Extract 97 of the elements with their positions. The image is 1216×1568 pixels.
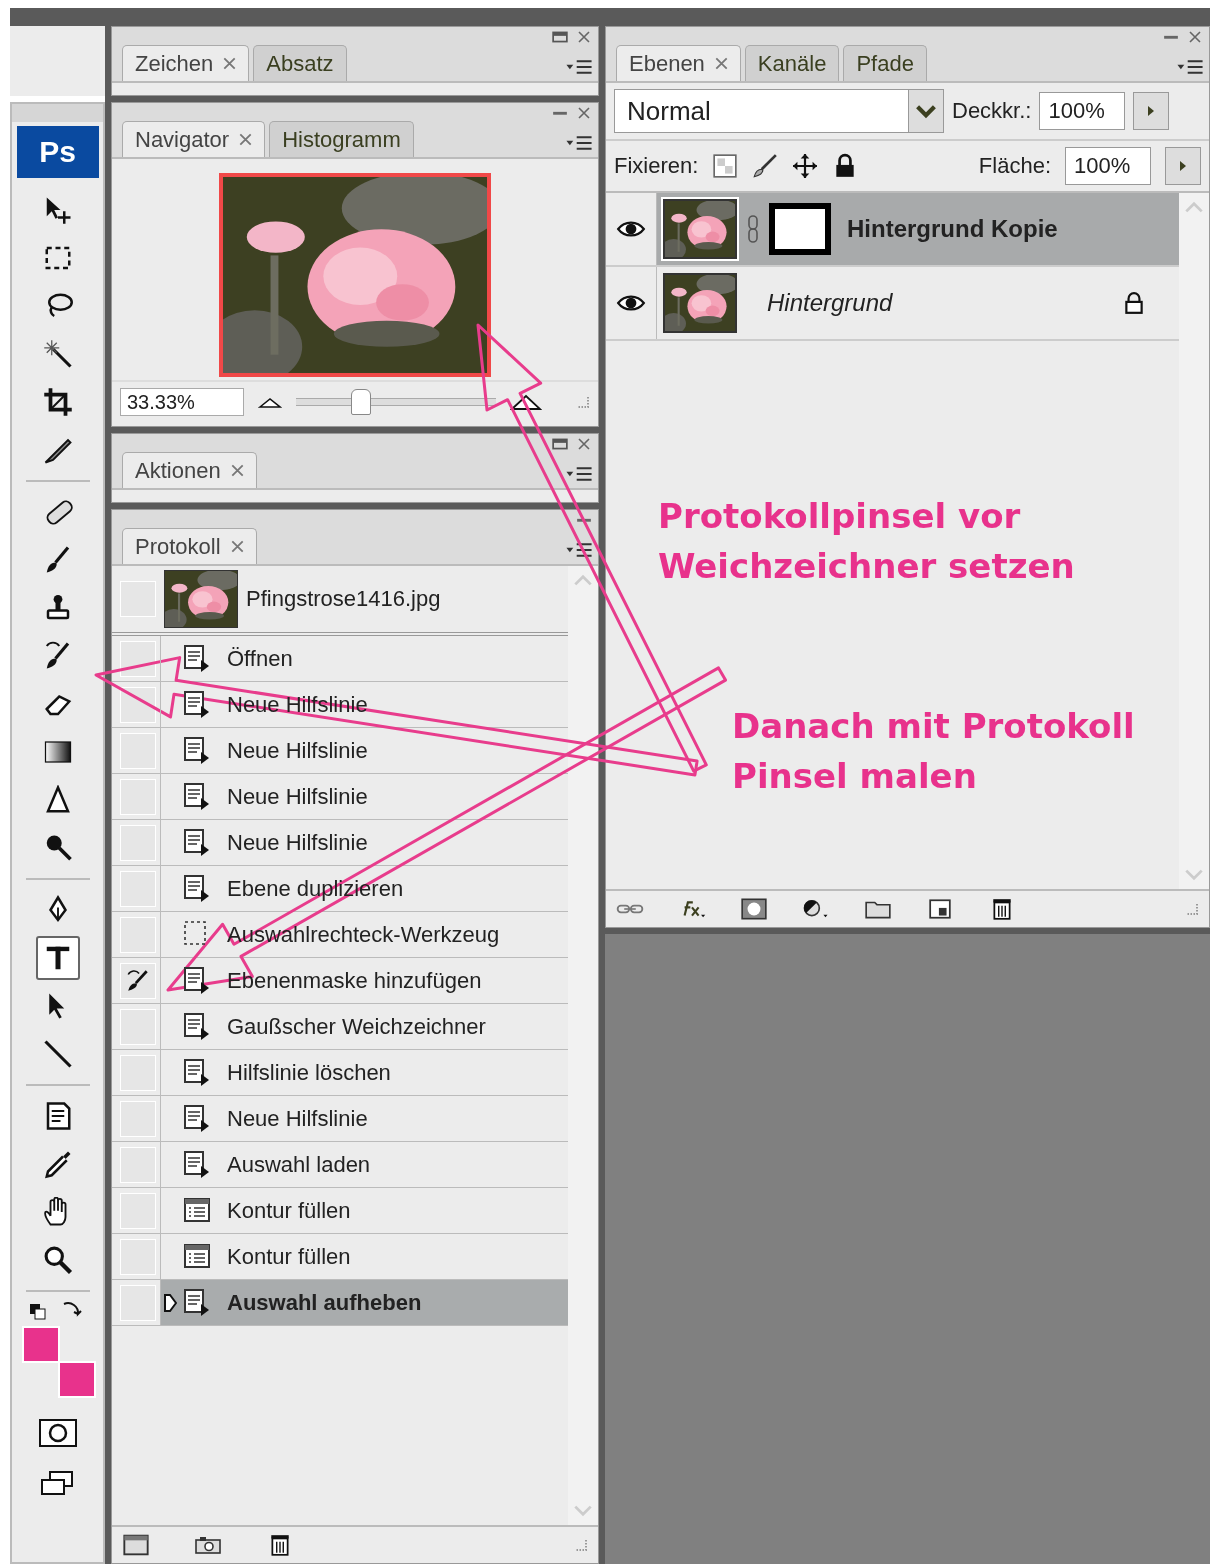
dropdown-caret-icon: [908, 90, 943, 132]
caret-icon: [1178, 159, 1188, 173]
document-arrow-icon: [183, 965, 211, 996]
history-item[interactable]: Auswahl aufheben: [160, 1280, 568, 1325]
expand-icon[interactable]: [552, 30, 568, 44]
eye-icon: [616, 219, 646, 239]
lock-label: Fixieren:: [614, 153, 699, 179]
history-item[interactable]: Neue Hilfslinie: [160, 1096, 568, 1141]
snapshot-item[interactable]: Pfingstrose1416.jpg: [164, 570, 441, 628]
document-arrow-icon: [183, 781, 211, 812]
document-arrow-icon: [183, 689, 211, 720]
panel-tab[interactable]: Ebenen: [616, 45, 741, 81]
eye-icon: [616, 293, 646, 313]
panel-tab[interactable]: Histogramm: [269, 121, 414, 157]
new-layer-icon[interactable]: [926, 897, 954, 921]
document-arrow-icon: [183, 1011, 211, 1042]
layer-item[interactable]: Hintergrund Kopie: [657, 193, 1179, 265]
fill-slider-button[interactable]: [1165, 147, 1201, 185]
panel-menu-icon[interactable]: [566, 542, 592, 558]
close-icon[interactable]: [1187, 30, 1203, 44]
layer-mask-thumbnail[interactable]: [769, 203, 831, 255]
document-arrow-icon: [183, 643, 211, 674]
document-arrow-icon: [183, 1103, 211, 1134]
close-icon[interactable]: [230, 540, 244, 553]
panel-tab[interactable]: Navigator: [122, 121, 266, 157]
fill-label: Fläche:: [978, 153, 1051, 179]
toolbox-grip[interactable]: [12, 104, 103, 122]
history-item[interactable]: Neue Hilfslinie: [160, 774, 568, 819]
document-arrow-icon: [183, 1149, 211, 1180]
close-icon[interactable]: [576, 437, 592, 451]
close-icon[interactable]: [576, 106, 592, 120]
history-item[interactable]: Neue Hilfslinie: [160, 728, 568, 773]
layer-item[interactable]: Hintergrund: [657, 267, 1179, 339]
close-icon[interactable]: [230, 464, 244, 477]
history-item[interactable]: Neue Hilfslinie: [160, 820, 568, 865]
close-icon[interactable]: [223, 57, 237, 70]
panel-menu-icon[interactable]: [1177, 59, 1203, 75]
move-cross-icon[interactable]: [792, 153, 819, 179]
panel-tab[interactable]: Zeichen: [122, 45, 250, 81]
resize-grip-icon[interactable]: [574, 1538, 588, 1552]
large-mountain-icon[interactable]: [510, 393, 542, 411]
close-icon[interactable]: [239, 133, 253, 146]
opacity-field[interactable]: 100%: [1039, 92, 1126, 130]
quick-mask-icon[interactable]: [37, 1418, 78, 1448]
crop-icon: [42, 387, 73, 417]
small-mountain-icon[interactable]: [258, 395, 282, 409]
magic-wand-icon: [42, 339, 73, 369]
zoom-field[interactable]: 33.33%: [120, 388, 244, 416]
panel-tab[interactable]: Pfade: [843, 45, 927, 81]
chain-link-icon[interactable]: [747, 214, 759, 244]
layer-name: Hintergrund Kopie: [847, 215, 1058, 243]
document-arrow-icon: [183, 1057, 211, 1088]
background-color-swatch[interactable]: [57, 1361, 96, 1398]
panel-tab[interactable]: Aktionen: [122, 452, 257, 488]
annotation-text: Danach mit Protokoll Pinsel malen: [732, 705, 1136, 798]
close-icon[interactable]: [576, 30, 592, 44]
opacity-label: Deckkr.:: [952, 98, 1032, 124]
foreground-color-swatch[interactable]: [21, 1326, 60, 1363]
eyedropper-icon: [42, 1149, 73, 1179]
brush-icon[interactable]: [752, 153, 779, 179]
history-state-marker-icon[interactable]: [163, 1292, 177, 1313]
blend-mode-dropdown[interactable]: Normal: [614, 89, 944, 133]
document-arrow-icon: [183, 873, 211, 904]
history-item[interactable]: Ebenenmaske hinzufügen: [160, 958, 568, 1003]
close-icon[interactable]: [714, 57, 728, 70]
document-arrow-icon: [183, 1287, 211, 1318]
annotation-text: Protokollpinsel vor Weichzeichner setzen: [658, 495, 1076, 588]
padlock-icon: [1123, 291, 1145, 315]
fill-field[interactable]: 100%: [1065, 147, 1151, 185]
document-arrow-icon: [183, 827, 211, 858]
line-icon: [42, 1039, 73, 1069]
resize-grip-icon[interactable]: [1185, 902, 1199, 916]
zoom-icon: [42, 1245, 73, 1275]
panel-menu-icon[interactable]: [566, 59, 592, 75]
panel-tab[interactable]: Protokoll: [122, 528, 257, 564]
new-document-icon[interactable]: [122, 1533, 150, 1557]
history-item[interactable]: Auswahl laden: [160, 1142, 568, 1187]
expand-icon[interactable]: [552, 437, 568, 451]
opacity-slider-button[interactable]: [1133, 92, 1170, 130]
history-item[interactable]: Gaußscher Weichzeichner: [160, 1004, 568, 1049]
checkerboard-icon[interactable]: [712, 153, 739, 179]
history-item[interactable]: Kontur füllen: [160, 1234, 568, 1279]
panel-tab[interactable]: Kanäle: [744, 45, 840, 81]
history-item[interactable]: Kontur füllen: [160, 1188, 568, 1233]
tool-button[interactable]: [35, 936, 80, 980]
panel-menu-icon[interactable]: [566, 135, 592, 151]
app-logo: Ps: [16, 126, 99, 178]
panel-tab[interactable]: Absatz: [253, 45, 347, 81]
history-item[interactable]: Hilfslinie löschen: [160, 1050, 568, 1095]
layer-name: Hintergrund: [767, 289, 893, 317]
history-item[interactable]: Öffnen: [160, 636, 568, 681]
resize-grip-icon[interactable]: [576, 395, 590, 409]
slider-thumb[interactable]: [351, 389, 371, 415]
brush-source-box[interactable]: [120, 962, 156, 999]
panel-menu-icon[interactable]: [566, 466, 592, 482]
document-arrow-icon: [183, 735, 211, 766]
mask-icon[interactable]: [740, 897, 768, 921]
